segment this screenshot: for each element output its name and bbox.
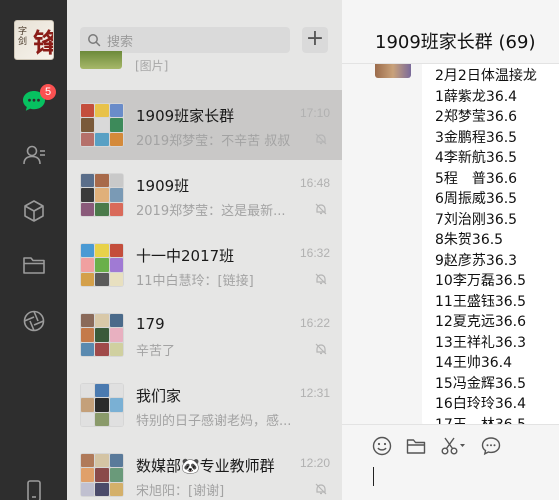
- message-line: 1薛紫龙36.4: [435, 88, 518, 105]
- chat-bubble-icon[interactable]: [480, 435, 502, 457]
- message-line: 5程 普36.6: [435, 170, 518, 187]
- message-line: 12夏克远36.6: [435, 314, 526, 330]
- message-line: 9赵彦苏36.3: [435, 252, 518, 269]
- mute-icon: [315, 273, 327, 285]
- chat-title: 1909班家长群 (69): [375, 32, 536, 53]
- message-line: 8朱贺36.5: [435, 232, 504, 248]
- message-line: 4李新航36.5: [435, 150, 518, 166]
- message-line: 14王帅36.4: [435, 355, 512, 371]
- navigation-rail: 字剑 锋 5: [0, 0, 67, 500]
- chat-preview: 辛苦了: [136, 344, 176, 359]
- group-avatar: [80, 453, 124, 497]
- phone-icon[interactable]: [21, 478, 47, 500]
- group-avatar: [80, 173, 124, 217]
- search-input[interactable]: 搜索: [80, 27, 290, 53]
- group-avatar: [80, 103, 124, 147]
- chat-time: 16:22: [299, 316, 330, 330]
- chat-preview: 宋旭阳：[谢谢]: [136, 484, 225, 499]
- unread-badge: 5: [40, 84, 56, 100]
- search-placeholder: 搜索: [107, 35, 134, 50]
- chat-time: 16:48: [299, 176, 330, 190]
- message-line: 16白玲玲36.4: [435, 396, 526, 412]
- self-avatar[interactable]: 字剑 锋: [14, 20, 54, 60]
- chat-preview: 特别的日子感谢老妈，感...: [136, 414, 292, 429]
- chat-panel: 1909班家长群 (69) 2月2日体温接龙 1薛紫龙36.4 2郑梦莹36.6…: [342, 0, 559, 500]
- moments-icon[interactable]: [21, 308, 47, 334]
- chat-name: 我们家: [136, 387, 182, 405]
- chat-time: 16:32: [299, 246, 330, 260]
- chat-preview: 2019郑梦莹：不辛苦 叔叔: [136, 134, 291, 149]
- chat-preview: 11中白慧玲：[链接]: [136, 274, 254, 289]
- list-item-chat[interactable]: 1909班 2019郑梦莹：这是最新... 16:48: [67, 160, 342, 230]
- search-icon: [88, 34, 101, 47]
- chat-list: 搜索 + [图片] 1909班家长群 2019郑梦莹：不辛苦 叔叔 17:10 …: [67, 0, 342, 500]
- group-avatar: [80, 243, 124, 287]
- message-line: 7刘治刚36.5: [435, 211, 518, 228]
- list-item-partial[interactable]: [图片]: [67, 51, 342, 75]
- emoji-icon[interactable]: [371, 435, 393, 457]
- list-item-chat[interactable]: 我们家 特别的日子感谢老妈，感... 12:31: [67, 370, 342, 440]
- group-avatar: [80, 313, 124, 357]
- message-line: 10李万磊36.5: [435, 273, 526, 289]
- scissors-icon[interactable]: [439, 435, 467, 457]
- chat-avatar: [80, 51, 122, 69]
- text-cursor: [373, 467, 374, 486]
- chat-preview: [图片]: [135, 59, 169, 73]
- avatar-small-text: 字剑: [18, 27, 28, 47]
- list-item-chat[interactable]: 十一中2017班 11中白慧玲：[链接] 16:32: [67, 230, 342, 300]
- mute-icon: [315, 483, 327, 495]
- list-item-chat[interactable]: 1909班家长群 2019郑梦莹：不辛苦 叔叔 17:10: [67, 90, 342, 160]
- avatar-glyph: 锋: [33, 23, 53, 59]
- list-item-chat[interactable]: 数媒部🐼专业教师群 宋旭阳：[谢谢] 12:20: [67, 440, 342, 500]
- message-line: 11王盛钰36.5: [435, 293, 526, 310]
- folder-icon[interactable]: [405, 435, 427, 457]
- message-line: 2月2日体温接龙: [435, 68, 537, 84]
- chat-time: 12:31: [299, 386, 330, 400]
- message-line: 15冯金辉36.5: [435, 375, 526, 392]
- message-input[interactable]: [342, 425, 559, 500]
- message-line: 6周振威36.5: [435, 191, 518, 207]
- mute-icon: [315, 203, 327, 215]
- message-line: 13王祥礼36.3: [435, 334, 526, 351]
- message-bubble[interactable]: 2月2日体温接龙 1薛紫龙36.4 2郑梦莹36.6 3金鹏程36.5 4李新航…: [422, 64, 559, 426]
- contacts-icon[interactable]: [21, 142, 47, 168]
- group-avatar: [80, 383, 124, 427]
- favorites-icon[interactable]: [21, 198, 47, 224]
- add-chat-button[interactable]: +: [302, 27, 328, 53]
- list-item-chat[interactable]: 179 辛苦了 16:22: [67, 300, 342, 370]
- chat-name: 179: [136, 315, 165, 333]
- chat-time: 17:10: [299, 106, 330, 120]
- chat-name: 十一中2017班: [136, 247, 235, 265]
- chat-name: 1909班: [136, 177, 190, 195]
- message-line: 2郑梦莹36.6: [435, 109, 518, 125]
- chat-name: 1909班家长群: [136, 107, 235, 125]
- mute-icon: [315, 133, 327, 145]
- sender-avatar[interactable]: [375, 64, 411, 78]
- mute-icon: [315, 343, 327, 355]
- message-line: 3金鹏程36.5: [435, 129, 518, 146]
- chat-time: 12:20: [299, 456, 330, 470]
- chat-name: 数媒部🐼专业教师群: [136, 457, 275, 475]
- chat-preview: 2019郑梦莹：这是最新...: [136, 204, 286, 219]
- files-icon[interactable]: [21, 252, 47, 278]
